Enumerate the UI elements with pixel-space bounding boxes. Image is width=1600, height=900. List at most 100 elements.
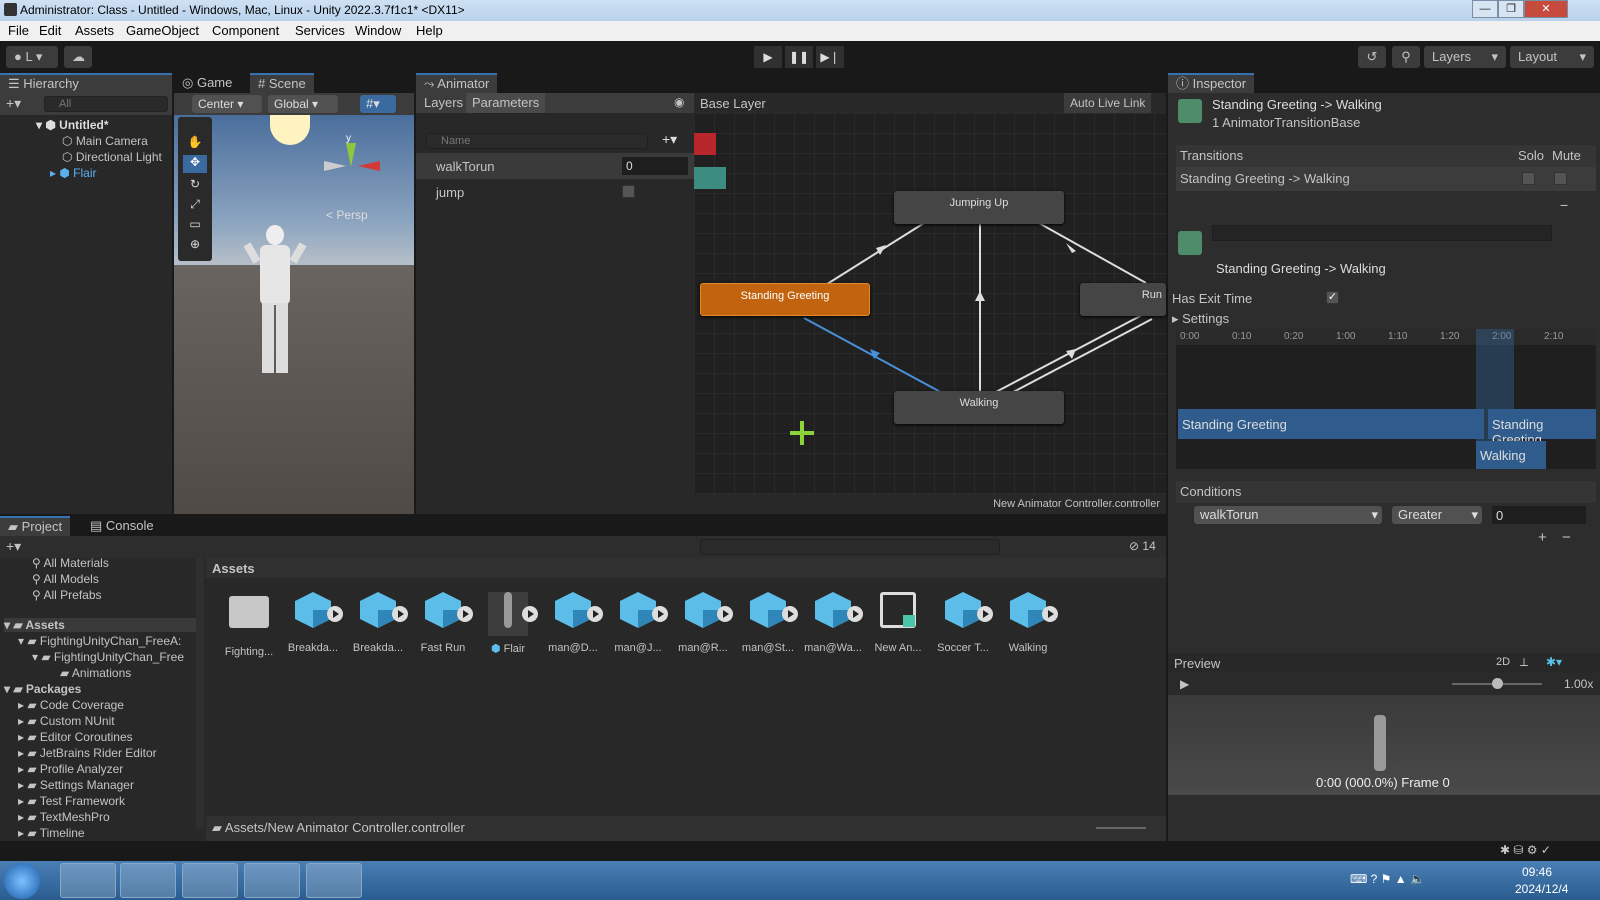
package-item[interactable]: ▸ ▰ Custom NUnit: [18, 714, 115, 728]
avatar-icon[interactable]: ✱▾: [1546, 655, 1562, 669]
state-standing-greeting[interactable]: Standing Greeting: [700, 283, 870, 316]
create-icon[interactable]: +▾: [6, 538, 21, 555]
play-icon[interactable]: [392, 606, 408, 622]
play-icon[interactable]: [977, 606, 993, 622]
asset-item[interactable]: man@Wa...: [804, 588, 863, 654]
tree-scrollbar[interactable]: [196, 558, 204, 828]
perspective-label[interactable]: < Persp: [326, 208, 368, 222]
maximize-button[interactable]: ❐: [1498, 0, 1524, 18]
folder-fightingunitychan-sub[interactable]: ▾ ▰ FightingUnityChan_Free: [32, 650, 184, 664]
tab-project[interactable]: ▰ Project: [0, 516, 71, 536]
parameter-row[interactable]: jump: [416, 179, 694, 205]
icon-size-slider[interactable]: [1096, 827, 1146, 829]
pivot-dropdown[interactable]: Center ▾: [192, 95, 262, 113]
add-icon[interactable]: +▾: [6, 95, 21, 112]
remove-transition-button[interactable]: −: [1560, 197, 1568, 213]
hierarchy-item-directional-light[interactable]: ⬡ Directional Light: [62, 150, 162, 164]
pause-button[interactable]: ❚❚: [785, 46, 813, 68]
folder-fightingunitychan[interactable]: ▾ ▰ FightingUnityChan_FreeA:: [18, 634, 181, 648]
character-model[interactable]: [240, 225, 310, 385]
transition-name-field[interactable]: [1212, 225, 1552, 241]
menu-edit[interactable]: Edit: [39, 23, 61, 38]
play-icon[interactable]: [327, 606, 343, 622]
tab-hierarchy[interactable]: ☰ Hierarchy: [0, 73, 172, 93]
play-icon[interactable]: [847, 606, 863, 622]
package-item[interactable]: ▸ ▰ Profile Analyzer: [18, 762, 123, 776]
asset-item[interactable]: Walking: [999, 588, 1058, 654]
hierarchy-search-input[interactable]: All: [44, 96, 168, 112]
package-item[interactable]: ▸ ▰ Timeline: [18, 826, 85, 840]
tab-game[interactable]: ◎ Game: [174, 73, 240, 93]
has-exit-time-checkbox[interactable]: ✓: [1326, 291, 1339, 304]
favorite-all-materials[interactable]: ⚲ All Materials: [32, 556, 109, 570]
settings-foldout[interactable]: ▸ Settings: [1172, 311, 1229, 327]
layout-dropdown[interactable]: Layout ▾: [1510, 46, 1594, 68]
tab-animator[interactable]: ⤳ Animator: [416, 73, 498, 93]
packages-folder[interactable]: ▾ ▰ Packages: [4, 682, 81, 696]
eye-icon[interactable]: ◉: [674, 95, 684, 109]
package-item[interactable]: ▸ ▰ Editor Coroutines: [18, 730, 133, 744]
menu-file[interactable]: File: [8, 23, 29, 38]
history-icon[interactable]: ↺: [1358, 46, 1386, 68]
asset-item[interactable]: Fast Run: [414, 588, 473, 654]
hidden-packages-icon[interactable]: ⊘ 14: [1129, 539, 1156, 553]
scale-tool-icon[interactable]: ⤢: [183, 197, 207, 215]
package-item[interactable]: ▸ ▰ TextMeshPro: [18, 810, 110, 824]
hierarchy-item-main-camera[interactable]: ⬡ Main Camera: [62, 134, 148, 148]
asset-item[interactable]: man@St...: [739, 588, 798, 654]
clock-date[interactable]: 2024/12/4: [1515, 882, 1568, 896]
state-walking[interactable]: Walking: [894, 391, 1064, 424]
pivot-icon[interactable]: ⟂: [1520, 655, 1528, 670]
add-condition-button[interactable]: +: [1538, 529, 1547, 546]
tab-layers[interactable]: Layers: [424, 95, 463, 110]
parameter-trigger-checkbox[interactable]: [622, 185, 635, 198]
transform-tool-icon[interactable]: ⊕: [183, 237, 207, 255]
asset-item[interactable]: Breakda...: [284, 588, 343, 654]
asset-item[interactable]: man@D...: [544, 588, 603, 654]
play-icon[interactable]: [587, 606, 603, 622]
parameter-row[interactable]: walkTorun 0: [416, 153, 694, 179]
favorite-all-models[interactable]: ⚲ All Models: [32, 572, 99, 586]
remove-condition-button[interactable]: −: [1562, 529, 1571, 546]
state-graph[interactable]: Base Layer Auto Live Link Jumping Up Sta…: [694, 93, 1166, 514]
taskbar-app-icon[interactable]: [60, 863, 116, 898]
menu-component[interactable]: Component: [212, 23, 279, 38]
tab-scene[interactable]: # Scene: [250, 73, 314, 93]
clock-time[interactable]: 09:46: [1522, 865, 1552, 879]
menu-services[interactable]: Services: [295, 23, 345, 38]
package-item[interactable]: ▸ ▰ JetBrains Rider Editor: [18, 746, 157, 760]
favorite-all-prefabs[interactable]: ⚲ All Prefabs: [32, 588, 102, 602]
taskbar-office-icon[interactable]: [244, 863, 300, 898]
condition-operator-dropdown[interactable]: Greater ▾: [1392, 506, 1482, 524]
condition-parameter-dropdown[interactable]: walkTorun ▾: [1194, 506, 1382, 524]
parameter-float-input[interactable]: 0: [622, 157, 688, 175]
transition-timeline[interactable]: 0:00 0:10 0:20 1:00 1:10 1:20 2:00 2:10 …: [1176, 329, 1596, 469]
mute-checkbox[interactable]: [1554, 172, 1567, 185]
hierarchy-item-flair[interactable]: ▸ ⬢ Flair: [50, 166, 97, 180]
speed-slider-handle[interactable]: [1492, 678, 1503, 689]
layers-dropdown[interactable]: Layers ▾: [1424, 46, 1506, 68]
rect-tool-icon[interactable]: ▭: [183, 217, 207, 235]
move-tool-icon[interactable]: ✥: [183, 155, 207, 173]
parameter-search-input[interactable]: Name: [426, 133, 648, 149]
scene-root[interactable]: ▾ ⬢ Untitled*: [36, 118, 109, 132]
taskbar-explorer-icon[interactable]: [120, 863, 176, 898]
play-icon[interactable]: [782, 606, 798, 622]
package-item[interactable]: ▸ ▰ Settings Manager: [18, 778, 134, 792]
step-button[interactable]: ▶❘: [816, 46, 844, 68]
asset-item[interactable]: Fighting...: [220, 588, 278, 658]
asset-item[interactable]: Breakda...: [349, 588, 408, 654]
space-dropdown[interactable]: Global ▾: [268, 95, 338, 113]
account-button[interactable]: ● L ▾: [6, 46, 58, 68]
tray-icons[interactable]: ⌨ ? ⚑ ▲ 🔈: [1350, 872, 1425, 886]
play-icon[interactable]: [652, 606, 668, 622]
hand-tool-icon[interactable]: ✋: [183, 135, 207, 153]
menu-window[interactable]: Window: [355, 23, 401, 38]
preview-viewport[interactable]: 0:00 (000.0%) Frame 0: [1168, 695, 1600, 795]
state-run[interactable]: Run: [1080, 283, 1166, 316]
package-item[interactable]: ▸ ▰ Test Framework: [18, 794, 125, 808]
preview-play-button[interactable]: ▶: [1180, 677, 1189, 691]
transition-row[interactable]: Standing Greeting -> Walking: [1176, 167, 1596, 191]
state-jumping-up[interactable]: Jumping Up: [894, 191, 1064, 224]
close-button[interactable]: ✕: [1524, 0, 1568, 18]
